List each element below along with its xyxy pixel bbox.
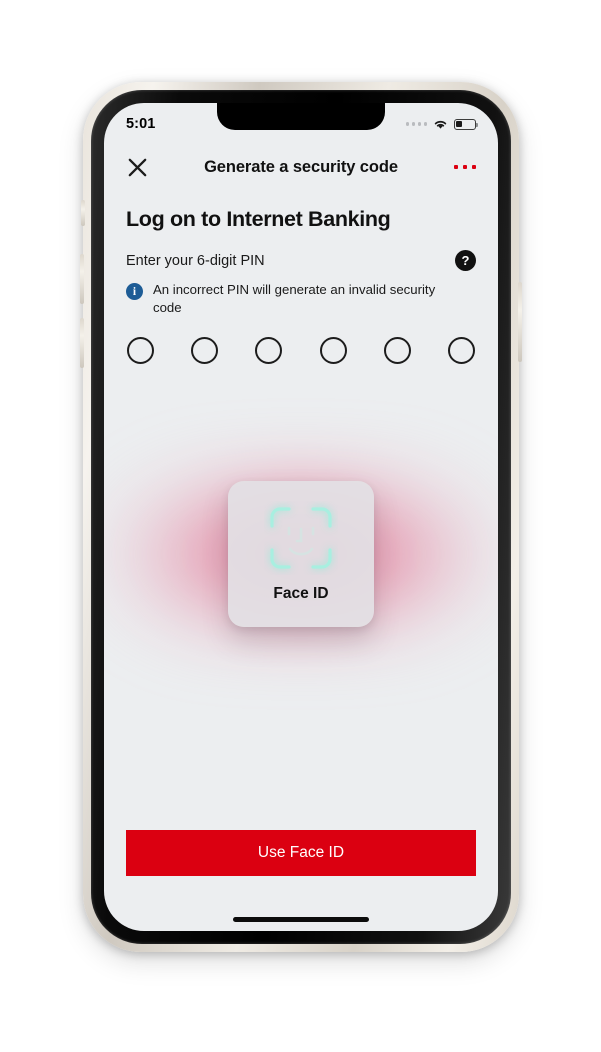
silent-switch-button[interactable] [81,200,85,226]
pin-dot-3[interactable] [255,337,283,365]
pin-hint-text: An incorrect PIN will generate an invali… [153,282,436,316]
signal-dots-icon [405,122,427,126]
display-notch [217,103,385,130]
cta-container: Use Face ID [126,830,476,876]
more-options-icon[interactable] [448,150,482,184]
pin-hint-row: i An incorrect PIN will generate an inva… [126,281,476,317]
faceid-label: Face ID [273,584,329,602]
volume-up-button[interactable] [80,254,84,304]
page-title-header: Generate a security code [204,157,398,176]
phone-bezel: 5:01 Generate a security code Log on to … [91,90,511,944]
home-indicator[interactable] [233,917,369,922]
page-heading: Log on to Internet Banking [126,207,391,231]
pin-prompt-row: Enter your 6-digit PIN ? [126,250,476,271]
close-x-icon[interactable] [120,150,154,184]
pin-dot-4[interactable] [319,337,347,365]
phone-screen: 5:01 Generate a security code Log on to … [104,103,498,931]
main-content: Log on to Internet Banking Enter your 6-… [104,193,498,931]
info-icon: i [126,283,143,300]
pin-dot-6[interactable] [447,337,475,365]
faceid-area: Face ID [104,386,498,721]
pin-dot-2[interactable] [191,337,219,365]
pin-prompt-label: Enter your 6-digit PIN [126,252,265,269]
wifi-icon [434,120,447,129]
use-face-id-button[interactable]: Use Face ID [126,830,476,876]
help-question-icon[interactable]: ? [455,250,476,271]
battery-icon [454,118,479,130]
status-bar-icons [405,114,479,130]
face-id-icon [270,507,332,569]
pin-dot-5[interactable] [383,337,411,365]
power-button[interactable] [518,282,522,362]
volume-down-button[interactable] [80,318,84,368]
app-header: Generate a security code [104,141,498,193]
pin-dot-1[interactable] [127,337,154,365]
status-bar-time: 5:01 [126,115,156,132]
phone-device-frame: 5:01 Generate a security code Log on to … [80,82,522,952]
faceid-card-button[interactable]: Face ID [228,480,374,627]
pin-entry-field[interactable] [126,337,476,365]
